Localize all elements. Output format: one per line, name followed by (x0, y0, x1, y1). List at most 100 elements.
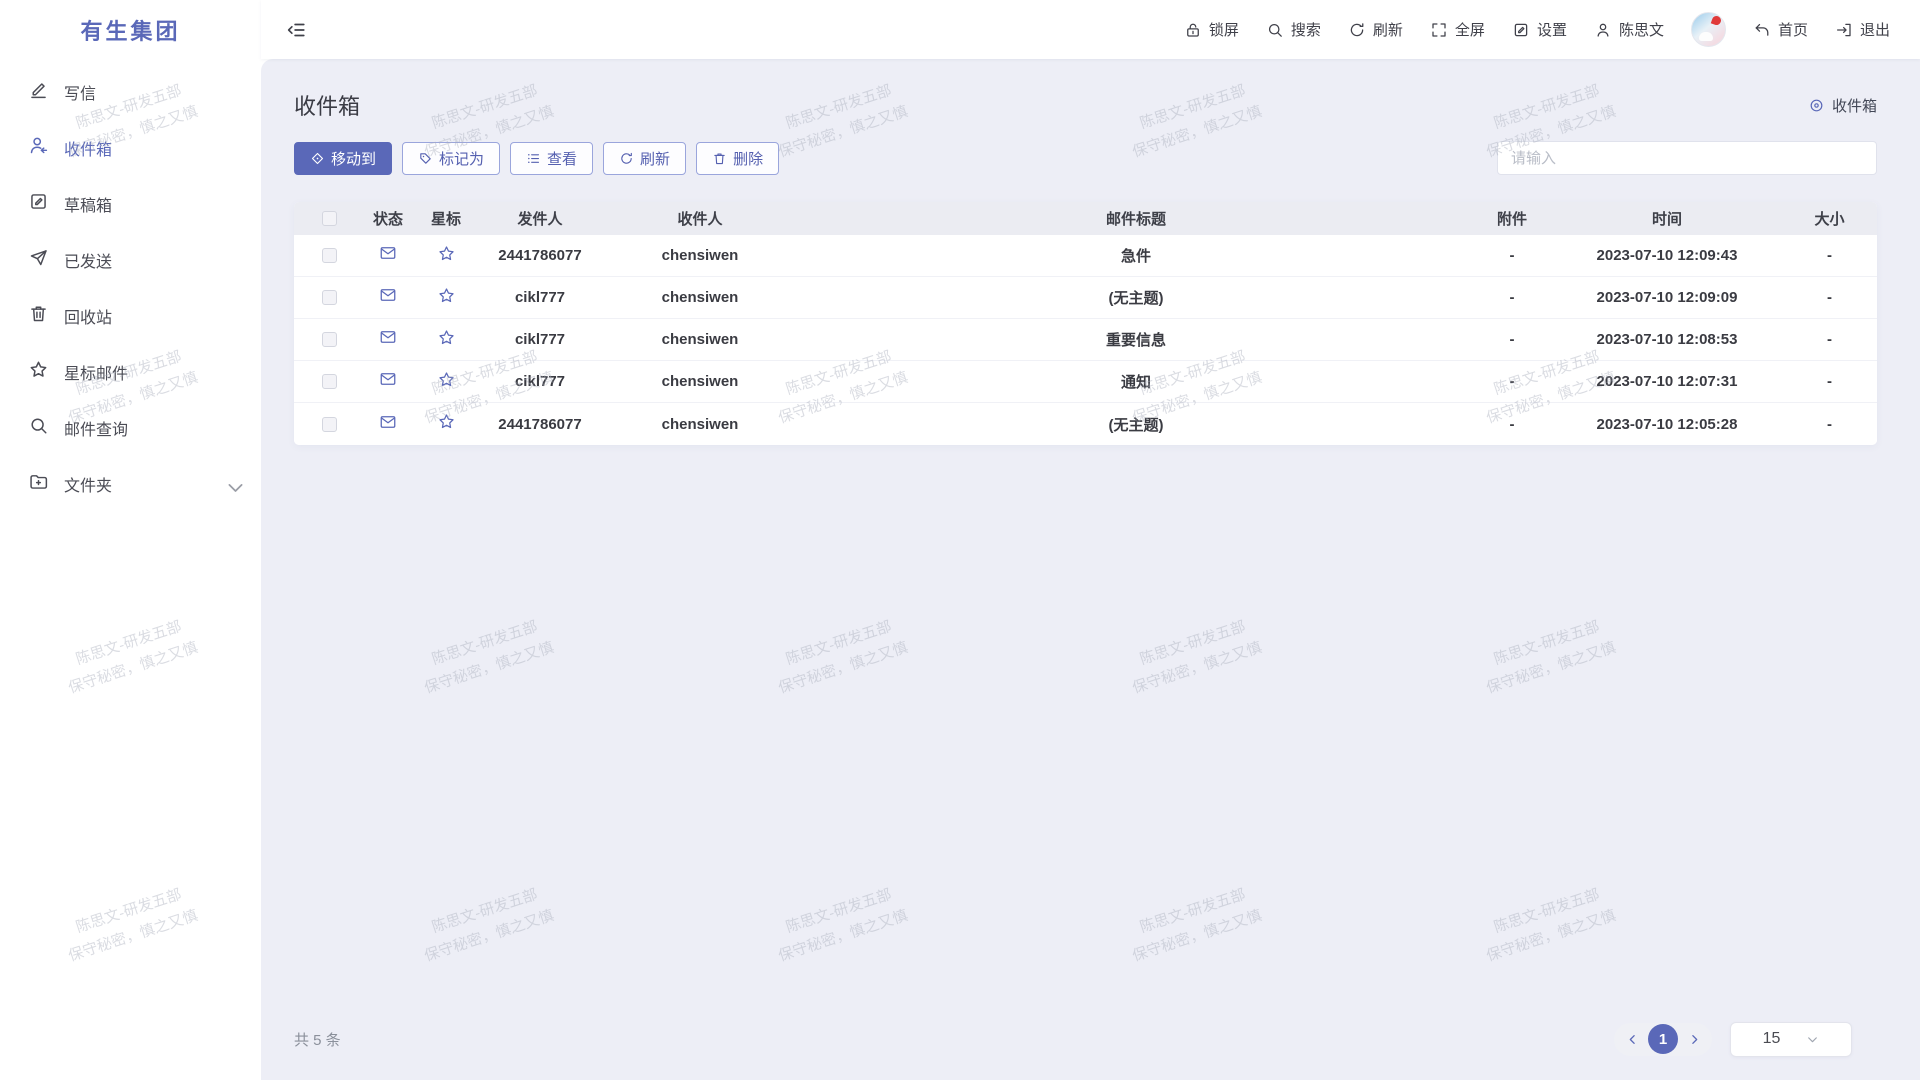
refresh-button[interactable]: 刷新 (1348, 19, 1403, 40)
delete-button[interactable]: 删除 (696, 142, 779, 175)
refresh-list-button[interactable]: 刷新 (603, 142, 686, 175)
cell-time: 2023-07-10 12:09:43 (1552, 247, 1782, 264)
avatar[interactable] (1691, 12, 1726, 47)
mark-tag-icon (418, 151, 433, 166)
column-header-subject: 邮件标题 (800, 208, 1472, 229)
column-header-size: 大小 (1782, 208, 1877, 229)
page-size-value: 15 (1763, 1030, 1781, 1048)
sidebar-collapse-icon[interactable] (285, 19, 307, 41)
sidebar-item-label: 收件箱 (64, 136, 112, 160)
column-header-status: 状态 (364, 208, 412, 229)
move-to-icon (310, 151, 325, 166)
cell-sender: cikl777 (480, 331, 600, 348)
folder-plus-icon (28, 471, 49, 497)
sidebar-nav: 写信 收件箱 草稿箱 已发送 回收站 星标邮件 (0, 60, 261, 512)
view-button[interactable]: 查看 (510, 142, 593, 175)
row-checkbox[interactable] (322, 417, 337, 432)
table-search (1497, 141, 1877, 175)
current-user[interactable]: 陈思文 (1594, 19, 1664, 40)
unread-mail-icon (379, 328, 397, 351)
sidebar-item-trash[interactable]: 回收站 (0, 288, 261, 344)
table-row[interactable]: cikl777 chensiwen 重要信息 - 2023-07-10 12:0… (294, 319, 1877, 361)
cell-time: 2023-07-10 12:08:53 (1552, 331, 1782, 348)
page-head: 收件箱 收件箱 (294, 85, 1877, 125)
sidebar-item-mail-search[interactable]: 邮件查询 (0, 400, 261, 456)
star-toggle-icon[interactable] (437, 286, 456, 310)
cell-attachment: - (1472, 331, 1552, 348)
cell-recipient: chensiwen (600, 373, 800, 390)
pencil-icon (28, 79, 49, 105)
total-count: 共 5 条 (294, 1029, 341, 1050)
column-header-attachment: 附件 (1472, 208, 1552, 229)
row-checkbox[interactable] (322, 248, 337, 263)
cell-sender: 2441786077 (480, 247, 600, 264)
trash-icon (712, 151, 727, 166)
cell-subject: 重要信息 (800, 329, 1472, 350)
unread-mail-icon (379, 370, 397, 393)
row-checkbox[interactable] (322, 374, 337, 389)
location-icon (1808, 97, 1825, 114)
sidebar-item-sent[interactable]: 已发送 (0, 232, 261, 288)
page-size-select[interactable]: 15 (1730, 1022, 1852, 1057)
logout-icon (1835, 21, 1853, 39)
sidebar-item-label: 邮件查询 (64, 416, 128, 440)
sidebar-item-label: 已发送 (64, 248, 112, 272)
logout-button[interactable]: 退出 (1835, 19, 1890, 40)
person-inbox-icon (28, 135, 49, 161)
table-header-row: 状态 星标 发件人 收件人 邮件标题 附件 时间 大小 (294, 202, 1877, 235)
cell-size: - (1782, 416, 1877, 433)
table-row[interactable]: cikl777 chensiwen 通知 - 2023-07-10 12:07:… (294, 361, 1877, 403)
current-page-button[interactable]: 1 (1648, 1024, 1678, 1054)
star-toggle-icon[interactable] (437, 370, 456, 394)
column-header-sender: 发件人 (480, 208, 600, 229)
table-row[interactable]: 2441786077 chensiwen (无主题) - 2023-07-10 … (294, 403, 1877, 445)
cell-sender: cikl777 (480, 289, 600, 306)
sidebar-item-label: 写信 (64, 80, 96, 104)
sidebar-item-label: 回收站 (64, 304, 112, 328)
cell-subject: (无主题) (800, 414, 1472, 435)
prev-page-button[interactable] (1620, 1027, 1644, 1051)
lock-screen-button[interactable]: 锁屏 (1184, 19, 1239, 40)
next-page-button[interactable] (1682, 1027, 1706, 1051)
unread-mail-icon (379, 413, 397, 436)
sidebar-item-starred[interactable]: 星标邮件 (0, 344, 261, 400)
row-checkbox[interactable] (322, 332, 337, 347)
list-footer: 共 5 条 1 15 (294, 1020, 1877, 1058)
fullscreen-button[interactable]: 全屏 (1430, 19, 1485, 40)
cell-time: 2023-07-10 12:07:31 (1552, 373, 1782, 390)
cell-subject: 急件 (800, 245, 1472, 266)
cell-subject: 通知 (800, 371, 1472, 392)
sidebar-item-folders[interactable]: 文件夹 (0, 456, 261, 512)
star-toggle-icon[interactable] (437, 328, 456, 352)
app-window: 有生集团 写信 收件箱 草稿箱 已发送 回收站 (0, 0, 1920, 1080)
user-icon (1594, 21, 1612, 39)
mark-as-button[interactable]: 标记为 (402, 142, 500, 175)
topbar: 锁屏 搜索 刷新 全屏 设置 陈思文 (261, 0, 1920, 59)
sidebar-item-drafts[interactable]: 草稿箱 (0, 176, 261, 232)
trash-icon (28, 303, 49, 329)
move-to-button[interactable]: 移动到 (294, 142, 392, 175)
row-checkbox[interactable] (322, 290, 337, 305)
sidebar-item-compose[interactable]: 写信 (0, 64, 261, 120)
pagination: 1 15 (1614, 1022, 1852, 1057)
home-button[interactable]: 首页 (1753, 19, 1808, 40)
search-input[interactable] (1498, 142, 1876, 174)
table-row[interactable]: 2441786077 chensiwen 急件 - 2023-07-10 12:… (294, 235, 1877, 277)
cell-attachment: - (1472, 416, 1552, 433)
cell-recipient: chensiwen (600, 247, 800, 264)
select-all-checkbox[interactable] (322, 211, 337, 226)
sidebar-item-label: 草稿箱 (64, 192, 112, 216)
cell-recipient: chensiwen (600, 289, 800, 306)
breadcrumb[interactable]: 收件箱 (1808, 95, 1877, 116)
sidebar-item-inbox[interactable]: 收件箱 (0, 120, 261, 176)
star-toggle-icon[interactable] (437, 412, 456, 436)
global-search-button[interactable]: 搜索 (1266, 19, 1321, 40)
table-row[interactable]: cikl777 chensiwen (无主题) - 2023-07-10 12:… (294, 277, 1877, 319)
chevron-down-icon (1806, 1033, 1819, 1046)
settings-button[interactable]: 设置 (1512, 19, 1567, 40)
star-toggle-icon[interactable] (437, 244, 456, 268)
column-header-star: 星标 (412, 208, 480, 229)
list-icon (526, 151, 541, 166)
search-icon (28, 415, 49, 441)
page-title: 收件箱 (294, 89, 360, 121)
